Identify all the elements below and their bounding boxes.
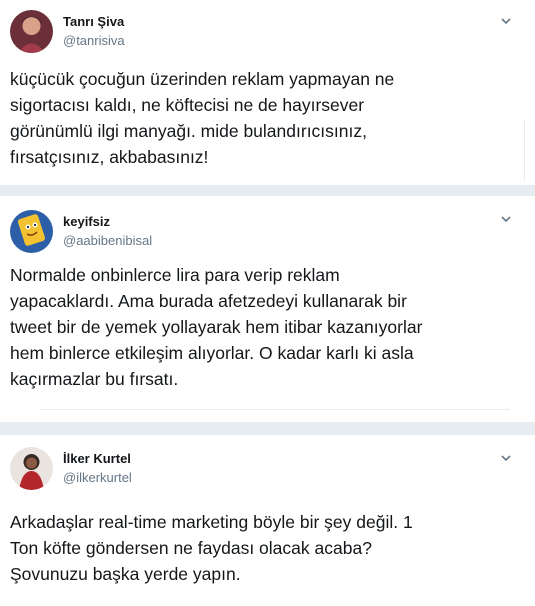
chevron-down-icon[interactable] [499,451,513,465]
tweet-card-1[interactable]: Tanrı Şiva @tanrisiva küçücük çocuğun üz… [0,0,535,185]
author-name[interactable]: İlker Kurtel [63,451,131,466]
author-handle[interactable]: @ilkerkurtel [63,470,132,485]
avatar-aabibenibisal[interactable] [10,210,53,253]
avatar-ilkerkurtel[interactable] [10,447,53,490]
author-name[interactable]: Tanrı Şiva [63,14,124,29]
chevron-down-icon[interactable] [499,212,513,226]
chevron-down-icon[interactable] [499,14,513,28]
avatar-tanrisiva[interactable] [10,10,53,53]
author-handle[interactable]: @tanrisiva [63,33,125,48]
tweet-card-2[interactable]: keyifsiz @aabibenibisal Normalde onbinle… [0,196,535,422]
tweet-text: Normalde onbinlerce lira para verip rekl… [10,265,423,389]
tweet-separator [0,185,535,196]
author-handle[interactable]: @aabibenibisal [63,233,152,248]
author-name[interactable]: keyifsiz [63,214,110,229]
tweet-card-3[interactable]: İlker Kurtel @ilkerkurtel Arkadaşlar rea… [0,435,535,606]
tweet-separator [0,422,535,435]
tweet-text: küçücük çocuğun üzerinden reklam yapmaya… [10,69,395,167]
tweet-text: Arkadaşlar real-time marketing böyle bir… [10,512,413,584]
divider [40,409,510,410]
divider [524,120,525,180]
